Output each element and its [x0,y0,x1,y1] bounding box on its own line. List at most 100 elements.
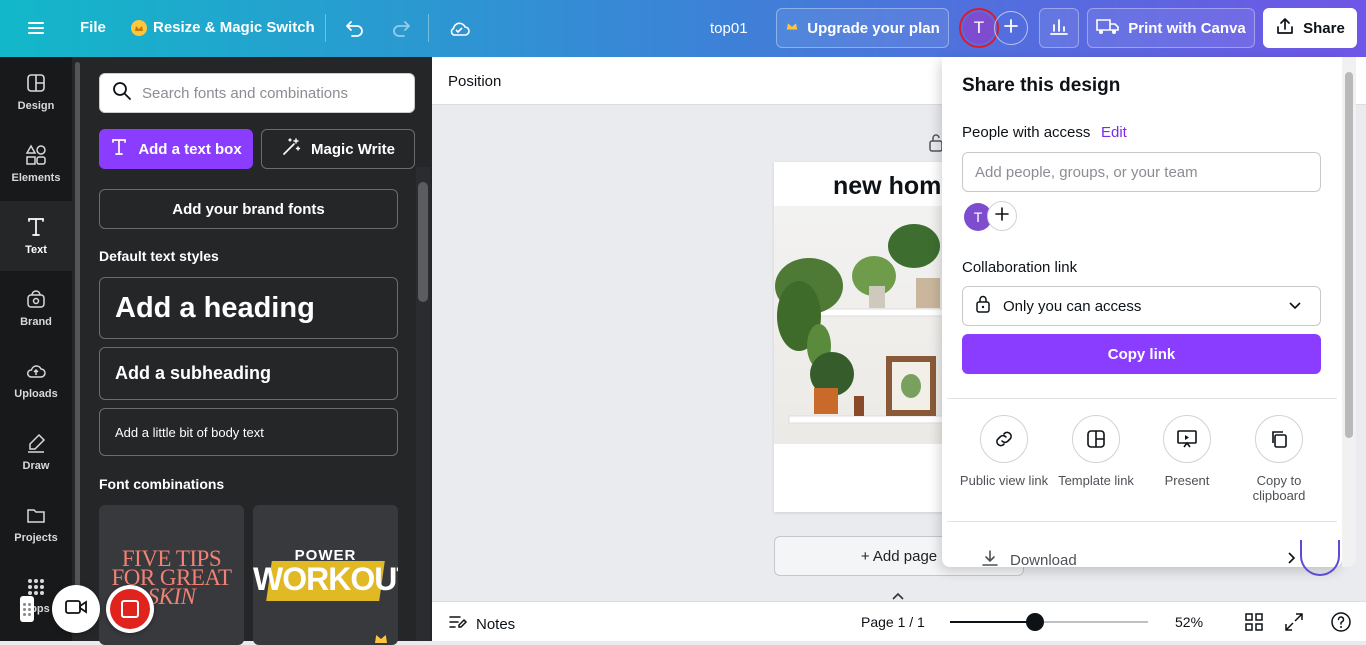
chevron-right-icon [1287,551,1297,567]
undo-icon[interactable] [344,17,366,39]
rail-item-design[interactable]: Design [0,57,72,127]
download-option[interactable]: Download [980,548,1077,567]
rail-item-text[interactable]: Text [0,201,72,271]
share-dialog-title: Share this design [962,75,1121,96]
notes-icon [448,613,468,635]
add-person-button[interactable] [987,201,1017,231]
rail-item-brand[interactable]: Brand [0,273,72,343]
panel-scrollbar-thumb[interactable] [418,182,428,302]
zoom-slider-handle[interactable] [1026,613,1044,631]
panel-edge-scrollbar[interactable] [75,62,80,622]
magic-switch-button[interactable]: Resize & Magic Switch [131,19,315,36]
font-combination-card[interactable]: POWER WORKOUT [253,505,398,645]
help-icon[interactable] [1330,611,1352,638]
insights-button[interactable] [1039,8,1079,48]
print-with-canva-button[interactable]: Print with Canva [1087,8,1255,48]
combo-text-line: WORKOUT [253,561,398,597]
top-bar: File Resize & Magic Switch top01 Upgrade… [0,0,1366,57]
link-icon [980,415,1028,463]
share-icon [1275,16,1295,40]
template-link-option[interactable]: Template link [1051,415,1141,488]
crown-icon [785,19,799,37]
apps-icon [26,577,46,597]
add-body-text-button[interactable]: Add a little bit of body text [99,408,398,456]
text-icon [25,216,47,238]
side-rail: Design Elements Text Brand Uploads Draw … [0,57,72,641]
divider [947,521,1337,522]
share-scrollbar-thumb[interactable] [1345,72,1353,438]
add-heading-button[interactable]: Add a heading [99,277,398,339]
text-panel: Search fonts and combinations Add a text… [72,57,432,645]
rail-item-draw[interactable]: Draw [0,417,72,487]
present-icon [1163,415,1211,463]
rail-item-projects[interactable]: Projects [0,489,72,559]
stop-icon [110,589,150,629]
video-camera-icon [64,598,88,621]
copy-link-button[interactable]: Copy link [962,334,1321,374]
cloud-saved-icon[interactable] [447,17,471,39]
notes-button[interactable]: Notes [448,613,515,635]
user-avatar-button[interactable]: T [959,8,999,48]
toolbar-divider [428,14,429,42]
collaboration-link-label: Collaboration link [962,259,1078,276]
plus-icon [995,206,1009,226]
share-button[interactable]: Share [1263,8,1357,48]
uploads-icon [25,360,47,382]
camera-toggle-button[interactable] [52,585,100,633]
magic-wand-icon [281,137,301,161]
page-indicator[interactable]: Page 1 / 1 [861,614,925,630]
magic-write-button[interactable]: Magic Write [261,129,415,169]
add-brand-fonts-button[interactable]: Add your brand fonts [99,189,398,229]
lock-icon [975,295,991,317]
rail-item-uploads[interactable]: Uploads [0,345,72,415]
copy-to-clipboard-option[interactable]: Copy to clipboard [1234,415,1324,503]
zoom-level[interactable]: 52% [1175,614,1203,630]
avatar: T [963,12,995,44]
draw-icon [25,432,47,454]
menu-icon[interactable] [26,18,46,38]
edit-access-link[interactable]: Edit [1101,124,1127,141]
access-level-select[interactable]: Only you can access [962,286,1321,326]
people-with-access-label: People with access [962,124,1091,141]
toolbar-divider [325,14,326,42]
upgrade-plan-button[interactable]: Upgrade your plan [776,8,949,48]
redo-icon[interactable] [390,17,412,39]
clipboard-icon [1255,415,1303,463]
present-option[interactable]: Present [1142,415,1232,488]
add-collaborator-button[interactable] [994,11,1028,45]
download-icon [980,548,1000,567]
divider [947,398,1337,399]
rail-item-elements[interactable]: Elements [0,129,72,199]
brand-icon [25,288,47,310]
add-text-box-button[interactable]: Add a text box [99,129,253,169]
font-combinations-heading: Font combinations [99,476,225,492]
bar-chart-icon [1049,16,1069,40]
design-name[interactable]: top01 [710,20,748,37]
zoom-slider[interactable] [950,613,1148,631]
font-search-input[interactable]: Search fonts and combinations [99,73,415,113]
search-placeholder: Search fonts and combinations [142,84,348,102]
text-icon [110,138,128,160]
stop-recording-button[interactable] [106,585,154,633]
page-title-text[interactable]: new hom [833,172,941,201]
add-subheading-button[interactable]: Add a subheading [99,347,398,400]
public-view-link-option[interactable]: Public view link [959,415,1049,488]
crown-icon [131,19,147,36]
file-menu-button[interactable]: File [80,19,106,36]
grid-view-icon[interactable] [1244,612,1264,637]
drag-handle-icon[interactable] [20,596,34,622]
fullscreen-icon[interactable] [1284,612,1304,637]
crown-icon [374,631,388,645]
position-button[interactable]: Position [448,73,501,90]
design-icon [25,72,47,94]
search-icon [112,81,132,105]
template-icon [1072,415,1120,463]
add-people-input[interactable]: Add people, groups, or your team [962,152,1321,192]
bottom-bar: Notes Page 1 / 1 52% [432,601,1366,641]
chevron-down-icon [1288,298,1302,316]
projects-icon [25,504,47,526]
share-dialog: Share this design People with access Edi… [942,57,1342,567]
plus-icon [1003,18,1019,39]
elements-icon [25,144,47,166]
zoom-slider-fill [950,621,1035,623]
